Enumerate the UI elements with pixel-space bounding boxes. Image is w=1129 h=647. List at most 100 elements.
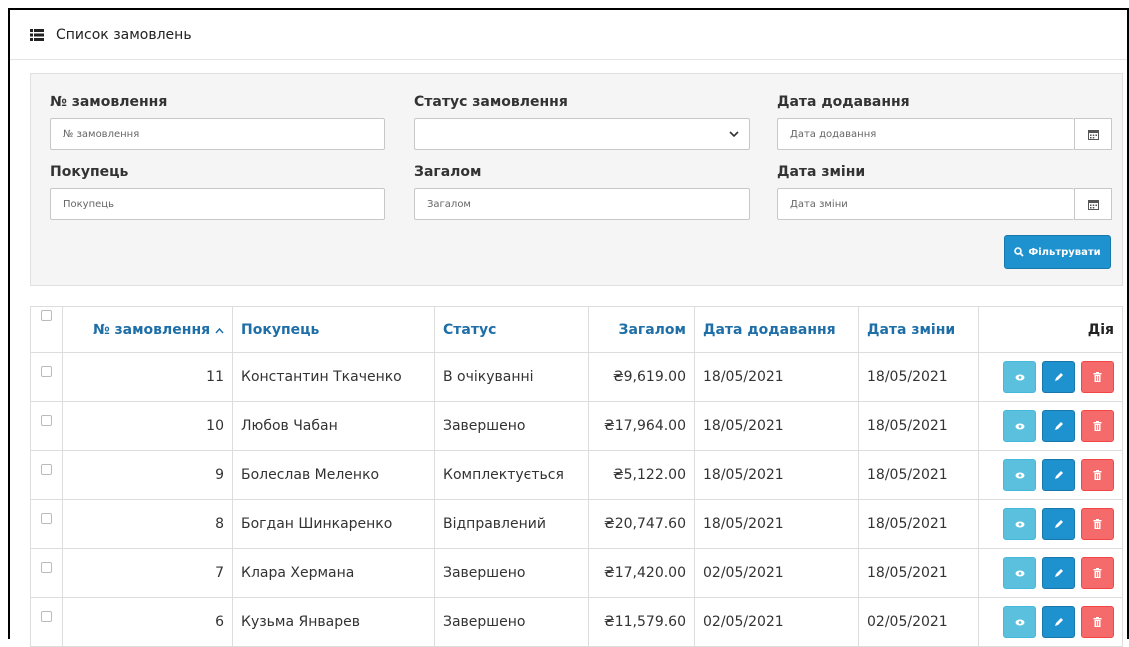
edit-button[interactable] <box>1042 606 1075 638</box>
filter-total-input[interactable]: Загалом <box>414 188 750 220</box>
view-button[interactable] <box>1003 606 1036 638</box>
filter-order-id-input[interactable]: № замовлення <box>50 118 385 150</box>
cell-total: ₴17,420.00 <box>588 548 695 598</box>
row-checkbox[interactable] <box>41 366 52 377</box>
row-select-cell <box>30 499 63 549</box>
cell-order-id: 6 <box>62 597 233 647</box>
edit-button[interactable] <box>1042 459 1075 491</box>
filter-status-label: Статус замовлення <box>414 94 568 110</box>
cell-order-id: 9 <box>62 450 233 500</box>
delete-button[interactable] <box>1081 361 1114 393</box>
filter-button[interactable]: Фільтрувати <box>1004 235 1111 269</box>
filter-date-modified-input[interactable]: Дата зміни <box>777 188 1074 220</box>
search-icon <box>1014 247 1024 257</box>
cell-date-modified: 18/05/2021 <box>858 352 979 402</box>
sort-date-modified[interactable]: Дата зміни <box>858 306 979 353</box>
cell-status: Відправлений <box>434 499 589 549</box>
trash-icon <box>1093 470 1102 480</box>
edit-button[interactable] <box>1042 557 1075 589</box>
panel-heading: Список замовлень <box>10 10 1127 60</box>
cell-customer: Кузьма Январев <box>232 597 435 647</box>
chevron-down-icon <box>729 131 739 138</box>
date-modified-calendar-button[interactable] <box>1074 188 1112 220</box>
pencil-icon <box>1054 520 1063 528</box>
delete-button[interactable] <box>1081 606 1114 638</box>
cell-status: В очікуванні <box>434 352 589 402</box>
cell-date-added: 18/05/2021 <box>694 499 859 549</box>
table-row: 7 Клара Хермана Завершено ₴17,420.00 02/05/2… <box>30 548 1123 598</box>
row-checkbox[interactable] <box>41 611 52 622</box>
row-checkbox[interactable] <box>41 415 52 426</box>
filter-order-id-label: № замовлення <box>50 94 168 110</box>
table-row: 8 Богдан Шинкаренко Відправлений ₴20,747.60… <box>30 499 1123 549</box>
cell-total: ₴20,747.60 <box>588 499 695 549</box>
row-select-cell <box>30 548 63 598</box>
filter-date-added-input[interactable]: Дата додавання <box>777 118 1074 150</box>
filter-button-label: Фільтрувати <box>1028 246 1101 258</box>
sort-status[interactable]: Статус <box>434 306 589 353</box>
cell-total: ₴5,122.00 <box>588 450 695 500</box>
edit-button[interactable] <box>1042 361 1075 393</box>
edit-button[interactable] <box>1042 508 1075 540</box>
cell-customer: Любов Чабан <box>232 401 435 451</box>
row-checkbox[interactable] <box>41 464 52 475</box>
view-button[interactable] <box>1003 410 1036 442</box>
date-added-calendar-button[interactable] <box>1074 118 1112 150</box>
row-select-cell <box>30 401 63 451</box>
filter-date-modified-label: Дата зміни <box>777 164 866 180</box>
cell-customer: Клара Хермана <box>232 548 435 598</box>
cell-status: Завершено <box>434 597 589 647</box>
delete-button[interactable] <box>1081 459 1114 491</box>
eye-icon <box>1015 521 1024 527</box>
row-checkbox[interactable] <box>41 513 52 524</box>
delete-button[interactable] <box>1081 410 1114 442</box>
panel-title: Список замовлень <box>56 26 192 43</box>
filter-status-select[interactable] <box>414 118 750 150</box>
view-button[interactable] <box>1003 508 1036 540</box>
cell-date-added: 18/05/2021 <box>694 450 859 500</box>
filter-total-label: Загалом <box>414 164 482 180</box>
header-action: Дія <box>978 306 1123 353</box>
trash-icon <box>1093 617 1102 627</box>
cell-date-modified: 18/05/2021 <box>858 450 979 500</box>
cell-customer: Богдан Шинкаренко <box>232 499 435 549</box>
sort-customer[interactable]: Покупець <box>232 306 435 353</box>
trash-icon <box>1093 372 1102 382</box>
trash-icon <box>1093 568 1102 578</box>
filter-customer-label: Покупець <box>50 164 129 180</box>
sort-total[interactable]: Загалом <box>588 306 695 353</box>
select-all-cell <box>30 306 63 353</box>
calendar-icon <box>1087 129 1099 140</box>
header-order-id-label: № замовлення <box>92 321 211 338</box>
sort-date-added[interactable]: Дата додавання <box>694 306 859 353</box>
table-row: 9 Болеслав Меленко Комплектується ₴5,122.00… <box>30 450 1123 500</box>
select-all-checkbox[interactable] <box>41 309 52 321</box>
eye-icon <box>1015 374 1024 380</box>
view-button[interactable] <box>1003 361 1036 393</box>
cell-order-id: 11 <box>62 352 233 402</box>
pencil-icon <box>1054 422 1063 430</box>
edit-button[interactable] <box>1042 410 1075 442</box>
pencil-icon <box>1054 373 1063 381</box>
cell-date-added: 18/05/2021 <box>694 401 859 451</box>
cell-date-modified: 18/05/2021 <box>858 401 979 451</box>
cell-actions <box>978 352 1123 402</box>
cell-total: ₴9,619.00 <box>588 352 695 402</box>
delete-button[interactable] <box>1081 557 1114 589</box>
view-button[interactable] <box>1003 557 1036 589</box>
cell-actions <box>978 499 1123 549</box>
eye-icon <box>1015 423 1024 429</box>
sort-order-id[interactable]: № замовлення <box>62 306 233 353</box>
row-checkbox[interactable] <box>41 562 52 573</box>
filter-date-added-label: Дата додавання <box>777 94 910 110</box>
cell-status: Комплектується <box>434 450 589 500</box>
delete-button[interactable] <box>1081 508 1114 540</box>
filter-box: № замовлення № замовлення Покупець Покуп… <box>30 73 1123 286</box>
calendar-icon <box>1087 199 1099 210</box>
view-button[interactable] <box>1003 459 1036 491</box>
cell-customer: Константин Ткаченко <box>232 352 435 402</box>
cell-order-id: 10 <box>62 401 233 451</box>
cell-actions <box>978 597 1123 647</box>
filter-customer-input[interactable]: Покупець <box>50 188 385 220</box>
pencil-icon <box>1054 471 1063 479</box>
